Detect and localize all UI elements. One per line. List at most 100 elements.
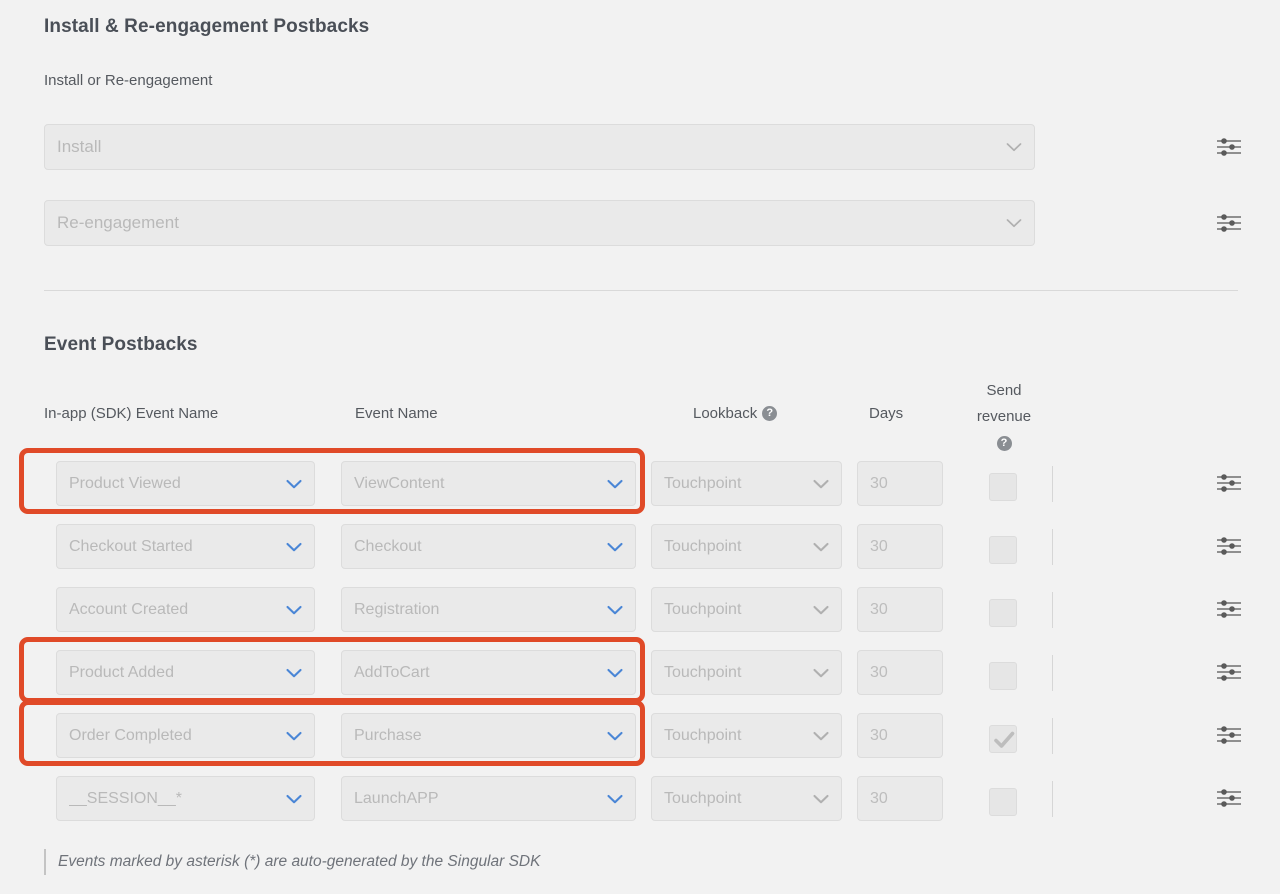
- table-row: Account Created Registration Touchpoint 30: [0, 578, 1280, 641]
- row-divider: [1052, 781, 1053, 817]
- lookback-select[interactable]: Touchpoint: [651, 524, 842, 569]
- row-sliders-icon[interactable]: [1216, 787, 1242, 809]
- send-revenue-checkbox[interactable]: [989, 473, 1017, 501]
- postback-settings-page: Install & Re-engagement Postbacks Instal…: [0, 0, 1280, 894]
- footnote: Events marked by asterisk (*) are auto-g…: [44, 849, 540, 875]
- send-revenue-line1: Send: [962, 378, 1046, 404]
- lookback-select[interactable]: Touchpoint: [651, 461, 842, 506]
- chevron-down-icon: [607, 731, 623, 741]
- send-revenue-checkbox[interactable]: [989, 725, 1017, 753]
- days-value: 30: [870, 727, 930, 745]
- sdk-event-name-value: __SESSION__*: [69, 790, 280, 808]
- event-name-value: AddToCart: [354, 664, 601, 682]
- days-value: 30: [870, 664, 930, 682]
- lookback-value: Touchpoint: [664, 790, 807, 808]
- days-value: 30: [870, 538, 930, 556]
- chevron-down-icon: [813, 794, 829, 804]
- sdk-event-name-select[interactable]: __SESSION__*: [56, 776, 315, 821]
- sdk-event-name-value: Account Created: [69, 601, 280, 619]
- sdk-event-name-select[interactable]: Checkout Started: [56, 524, 315, 569]
- sdk-event-name-select[interactable]: Product Added: [56, 650, 315, 695]
- table-row: Order Completed Purchase Touchpoint 30: [0, 704, 1280, 767]
- days-input[interactable]: 30: [857, 524, 943, 569]
- send-revenue-checkbox[interactable]: [989, 788, 1017, 816]
- event-name-value: ViewContent: [354, 475, 601, 493]
- section-divider: [44, 290, 1238, 291]
- event-name-select[interactable]: ViewContent: [341, 461, 636, 506]
- sdk-event-name-select[interactable]: Order Completed: [56, 713, 315, 758]
- sdk-event-name-value: Checkout Started: [69, 538, 280, 556]
- send-revenue-line2: revenue: [962, 404, 1046, 430]
- table-row: Product Viewed ViewContent Touchpoint 30: [0, 452, 1280, 515]
- chevron-down-icon: [286, 605, 302, 615]
- chevron-down-icon: [813, 605, 829, 615]
- event-name-select[interactable]: LaunchAPP: [341, 776, 636, 821]
- chevron-down-icon: [813, 668, 829, 678]
- lookback-value: Touchpoint: [664, 727, 807, 745]
- event-name-value: Checkout: [354, 538, 601, 556]
- days-input[interactable]: 30: [857, 650, 943, 695]
- chevron-down-icon: [813, 479, 829, 489]
- row-sliders-icon[interactable]: [1216, 661, 1242, 683]
- reengagement-row-sliders-icon[interactable]: [1216, 212, 1242, 234]
- chevron-down-icon: [813, 731, 829, 741]
- help-icon[interactable]: ?: [762, 406, 777, 421]
- column-header-days: Days: [869, 405, 903, 422]
- lookback-select[interactable]: Touchpoint: [651, 713, 842, 758]
- install-row-sliders-icon[interactable]: [1216, 136, 1242, 158]
- lookback-value: Touchpoint: [664, 601, 807, 619]
- column-header-lookback: Lookback ?: [693, 405, 777, 422]
- chevron-down-icon: [286, 794, 302, 804]
- reengagement-postback-select[interactable]: Re-engagement: [44, 200, 1035, 246]
- event-name-value: LaunchAPP: [354, 790, 601, 808]
- chevron-down-icon: [286, 731, 302, 741]
- lookback-value: Touchpoint: [664, 538, 807, 556]
- column-header-sdk-event-name: In-app (SDK) Event Name: [44, 405, 218, 422]
- row-divider: [1052, 529, 1053, 565]
- chevron-down-icon: [286, 542, 302, 552]
- sdk-event-name-value: Product Added: [69, 664, 280, 682]
- event-name-value: Purchase: [354, 727, 601, 745]
- install-select-value: Install: [57, 137, 1000, 157]
- days-input[interactable]: 30: [857, 461, 943, 506]
- footnote-bar: [44, 849, 46, 875]
- lookback-select[interactable]: Touchpoint: [651, 776, 842, 821]
- lookback-select[interactable]: Touchpoint: [651, 587, 842, 632]
- days-input[interactable]: 30: [857, 776, 943, 821]
- sdk-event-name-select[interactable]: Account Created: [56, 587, 315, 632]
- lookback-value: Touchpoint: [664, 664, 807, 682]
- install-or-reengagement-label: Install or Re-engagement: [44, 72, 212, 89]
- row-divider: [1052, 466, 1053, 502]
- event-name-select[interactable]: AddToCart: [341, 650, 636, 695]
- reengagement-select-value: Re-engagement: [57, 213, 1000, 233]
- install-postback-select[interactable]: Install: [44, 124, 1035, 170]
- event-name-select[interactable]: Purchase: [341, 713, 636, 758]
- days-input[interactable]: 30: [857, 587, 943, 632]
- lookback-value: Touchpoint: [664, 475, 807, 493]
- send-revenue-checkbox[interactable]: [989, 536, 1017, 564]
- days-value: 30: [870, 601, 930, 619]
- chevron-down-icon: [607, 668, 623, 678]
- help-icon[interactable]: ?: [997, 436, 1012, 451]
- chevron-down-icon: [607, 479, 623, 489]
- sdk-event-name-select[interactable]: Product Viewed: [56, 461, 315, 506]
- chevron-down-icon: [607, 542, 623, 552]
- row-sliders-icon[interactable]: [1216, 598, 1242, 620]
- chevron-down-icon: [286, 479, 302, 489]
- row-divider: [1052, 655, 1053, 691]
- row-sliders-icon[interactable]: [1216, 535, 1242, 557]
- days-input[interactable]: 30: [857, 713, 943, 758]
- footnote-text: Events marked by asterisk (*) are auto-g…: [58, 853, 540, 871]
- chevron-down-icon: [1006, 218, 1022, 228]
- event-name-select[interactable]: Checkout: [341, 524, 636, 569]
- row-sliders-icon[interactable]: [1216, 724, 1242, 746]
- send-revenue-checkbox[interactable]: [989, 662, 1017, 690]
- sdk-event-name-value: Product Viewed: [69, 475, 280, 493]
- row-sliders-icon[interactable]: [1216, 472, 1242, 494]
- chevron-down-icon: [813, 542, 829, 552]
- lookback-select[interactable]: Touchpoint: [651, 650, 842, 695]
- chevron-down-icon: [607, 605, 623, 615]
- event-name-select[interactable]: Registration: [341, 587, 636, 632]
- sdk-event-name-value: Order Completed: [69, 727, 280, 745]
- send-revenue-checkbox[interactable]: [989, 599, 1017, 627]
